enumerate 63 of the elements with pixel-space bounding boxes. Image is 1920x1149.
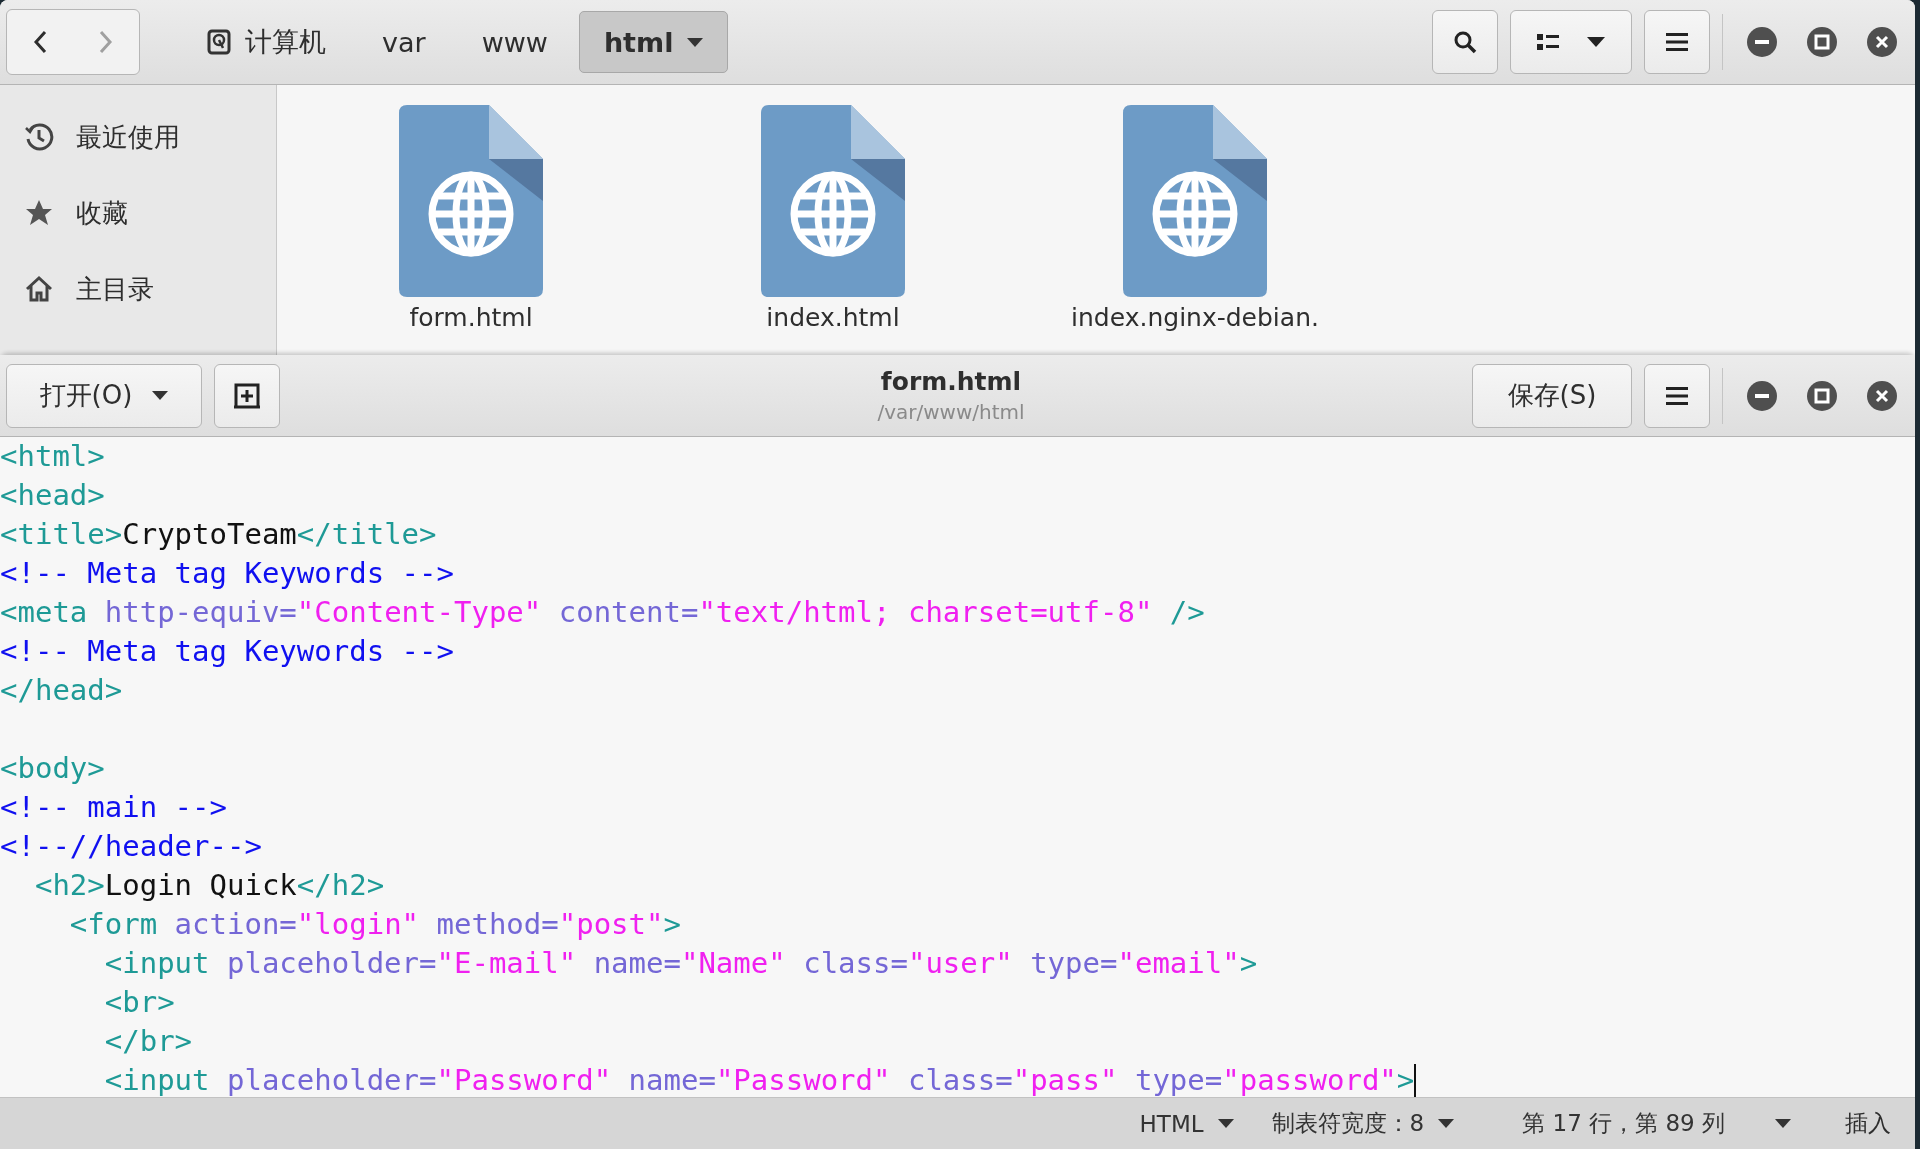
new-tab-button[interactable]	[214, 363, 280, 428]
code-line: <!--//header-->	[0, 828, 262, 865]
list-view-icon	[1537, 33, 1559, 51]
open-button[interactable]: 打开(O)	[6, 363, 202, 428]
code-line: <!-- Meta tag Keywords -->	[0, 633, 454, 670]
path-button[interactable]: www	[456, 11, 573, 73]
code-line: <input placeholder="Password" name="Password" class="pass" type="password">	[103, 1062, 1415, 1097]
star-icon	[24, 198, 54, 228]
code-line: <title>CryptoTeam</title>	[0, 516, 437, 553]
code-line: <input placeholder="E-mail" name="Name" class="user" type="email">	[103, 945, 1258, 982]
maximize-button[interactable]	[1807, 380, 1837, 411]
html-file-icon	[761, 105, 905, 297]
sidebar-item[interactable]: 主目录	[0, 251, 276, 327]
caret-icon	[152, 391, 169, 400]
caret-icon	[1587, 37, 1605, 47]
clock-icon	[24, 122, 54, 152]
save-button[interactable]: 保存(S)	[1472, 363, 1632, 428]
html-file-icon	[399, 105, 543, 297]
file-item[interactable]: index.html	[652, 105, 1014, 355]
code-line: <form action="login" method="post">	[68, 906, 681, 943]
code-line: </head>	[0, 672, 123, 709]
language-dropdown[interactable]: HTML	[1135, 1106, 1238, 1141]
home-icon	[24, 274, 54, 304]
view-options-button[interactable]	[1510, 10, 1632, 74]
menu-icon	[1666, 385, 1688, 406]
sidebar-item[interactable]: 收藏	[0, 175, 276, 251]
cursor-position-dropdown[interactable]: 第 17 行，第 89 列	[1518, 1104, 1795, 1143]
code-line: <br>	[103, 984, 175, 1021]
close-button[interactable]	[1867, 380, 1897, 411]
insert-mode-label: 插入	[1845, 1109, 1891, 1138]
path-button[interactable]: html	[578, 11, 729, 73]
code-line: <body>	[0, 750, 105, 787]
caret-icon	[1217, 1119, 1234, 1128]
file-item[interactable]: index.nginx-debian.	[1014, 105, 1376, 355]
caret-icon	[687, 37, 704, 47]
document-title: form.html	[880, 367, 1022, 396]
code-line: <html>	[0, 438, 105, 475]
close-button[interactable]	[1867, 27, 1897, 57]
minimize-button[interactable]	[1747, 27, 1777, 57]
code-line: <head>	[0, 477, 105, 514]
path-button[interactable]: var	[357, 11, 451, 73]
caret-icon	[1775, 1119, 1791, 1128]
new-tab-icon	[234, 382, 260, 409]
drive-icon	[207, 29, 231, 55]
code-line: </br>	[103, 1023, 193, 1060]
tab-width-dropdown[interactable]: 制表符宽度：8	[1267, 1104, 1459, 1143]
maximize-button[interactable]	[1807, 27, 1837, 57]
caret-icon	[1438, 1119, 1455, 1128]
code-line: <!-- main -->	[0, 789, 227, 826]
html-file-icon	[1123, 105, 1267, 297]
menu-button[interactable]	[1644, 10, 1710, 74]
file-item[interactable]: form.html	[290, 105, 652, 355]
code-line: <h2>Login Quick</h2>	[33, 867, 385, 904]
menu-icon	[1666, 32, 1688, 52]
sidebar-item[interactable]: 最近使用	[0, 99, 276, 175]
search-button[interactable]	[1432, 10, 1498, 74]
code-line: <meta http-equiv="Content-Type" content="text/html; charset=utf-8" />	[0, 594, 1205, 631]
minimize-button[interactable]	[1747, 380, 1777, 411]
search-icon	[1453, 30, 1477, 54]
path-button[interactable]: 计算机	[182, 11, 351, 73]
menu-button[interactable]	[1644, 363, 1710, 428]
document-path: /var/www/html	[877, 400, 1025, 424]
code-line: <!-- Meta tag Keywords -->	[0, 555, 454, 592]
